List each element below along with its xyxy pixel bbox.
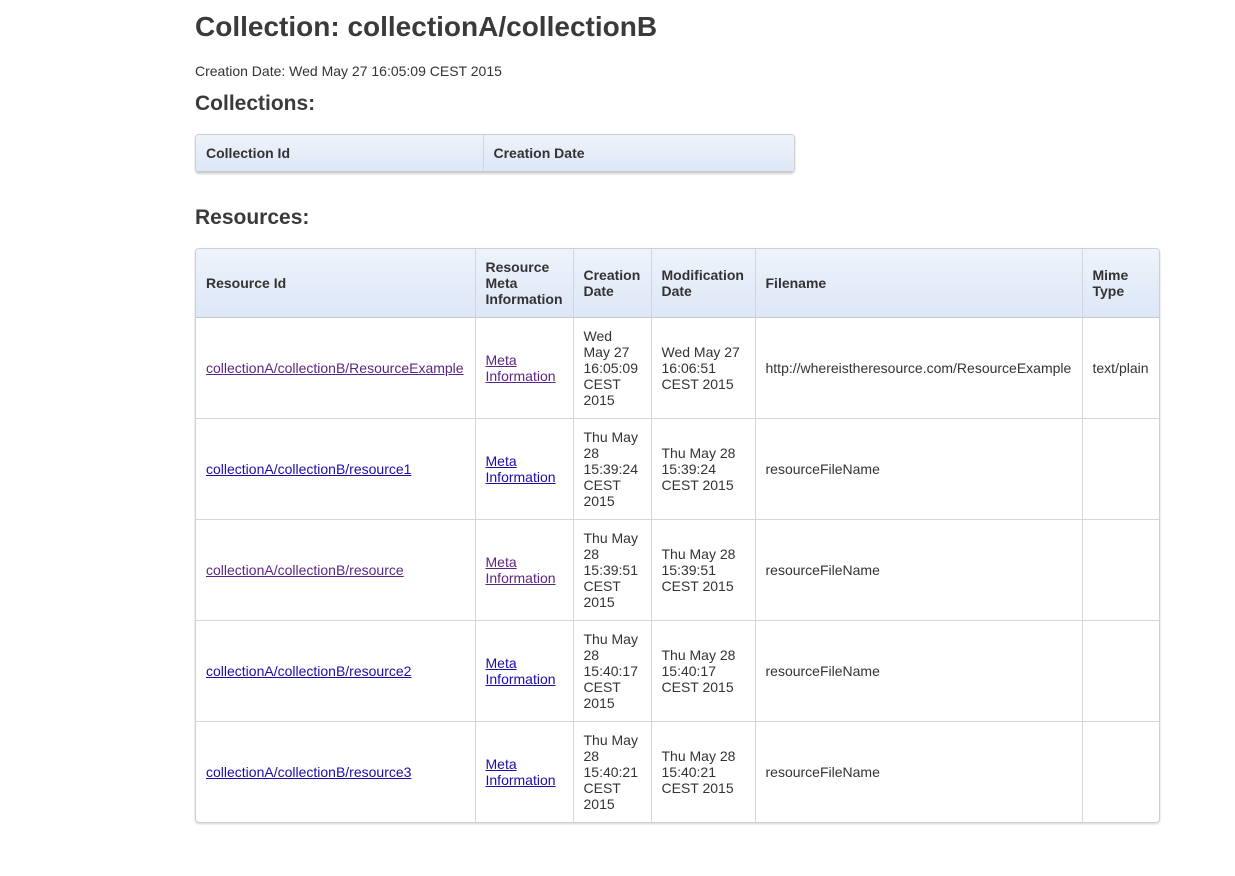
meta-information-link[interactable]: Meta Information [486,756,556,788]
column-header-creation-date: Creation Date [483,135,794,172]
mime-type-cell [1082,620,1159,722]
resource-id-link[interactable]: collectionA/collectionB/ResourceExample [206,360,464,376]
meta-information-link[interactable]: Meta Information [486,655,556,687]
filename-cell: resourceFileName [755,418,1083,520]
creation-date-cell: Wed May 27 16:05:09 CEST 2015 [573,317,652,419]
page-title: Collection: collectionA/collectionB [195,11,658,42]
meta-information-link[interactable]: Meta Information [486,352,556,384]
resources-table: Resource Id Resource Meta Information Cr… [195,248,1160,823]
collections-heading: Collections: [195,92,316,115]
meta-information-link[interactable]: Meta Information [486,453,556,485]
collection-creation-date: Creation Date: Wed May 27 16:05:09 CEST … [195,63,502,79]
filename-cell: resourceFileName [755,620,1083,722]
column-header-mime-type: Mime Type [1082,249,1159,318]
resources-heading: Resources: [195,206,310,229]
column-header-collection-id: Collection Id [196,135,484,172]
collections-table: Collection Id Creation Date [195,134,795,173]
table-row: collectionA/collectionB/resource3 Meta I… [196,721,1159,822]
table-row: collectionA/collectionB/ResourceExample … [196,317,1159,419]
filename-cell: resourceFileName [755,721,1083,822]
resource-id-link[interactable]: collectionA/collectionB/resource3 [206,764,411,780]
creation-date-cell: Thu May 28 15:40:21 CEST 2015 [573,721,652,822]
filename-cell: resourceFileName [755,519,1083,621]
mime-type-cell [1082,519,1159,621]
filename-cell: http://whereistheresource.com/ResourceEx… [755,317,1083,419]
creation-date-cell: Thu May 28 15:40:17 CEST 2015 [573,620,652,722]
modification-date-cell: Thu May 28 15:39:24 CEST 2015 [651,418,756,520]
modification-date-cell: Wed May 27 16:06:51 CEST 2015 [651,317,756,419]
column-header-resource-id: Resource Id [196,249,476,318]
table-row: collectionA/collectionB/resource1 Meta I… [196,418,1159,520]
column-header-resource-meta-information: Resource Meta Information [475,249,574,318]
column-header-creation-date: Creation Date [573,249,652,318]
creation-date-cell: Thu May 28 15:39:24 CEST 2015 [573,418,652,520]
meta-information-link[interactable]: Meta Information [486,554,556,586]
mime-type-cell [1082,418,1159,520]
creation-date-cell: Thu May 28 15:39:51 CEST 2015 [573,519,652,621]
resource-id-link[interactable]: collectionA/collectionB/resource [206,562,404,578]
modification-date-cell: Thu May 28 15:40:17 CEST 2015 [651,620,756,722]
resource-id-link[interactable]: collectionA/collectionB/resource2 [206,663,411,679]
mime-type-cell: text/plain [1092,360,1149,376]
table-row: collectionA/collectionB/resource2 Meta I… [196,620,1159,722]
page: Collection: collectionA/collectionB Crea… [0,0,1235,823]
mime-type-cell [1082,721,1159,822]
modification-date-cell: Thu May 28 15:39:51 CEST 2015 [651,519,756,621]
column-header-modification-date: Modification Date [651,249,756,318]
table-row: collectionA/collectionB/resource Meta In… [196,519,1159,621]
column-header-filename: Filename [755,249,1083,318]
resource-id-link[interactable]: collectionA/collectionB/resource1 [206,461,411,477]
modification-date-cell: Thu May 28 15:40:21 CEST 2015 [651,721,756,822]
